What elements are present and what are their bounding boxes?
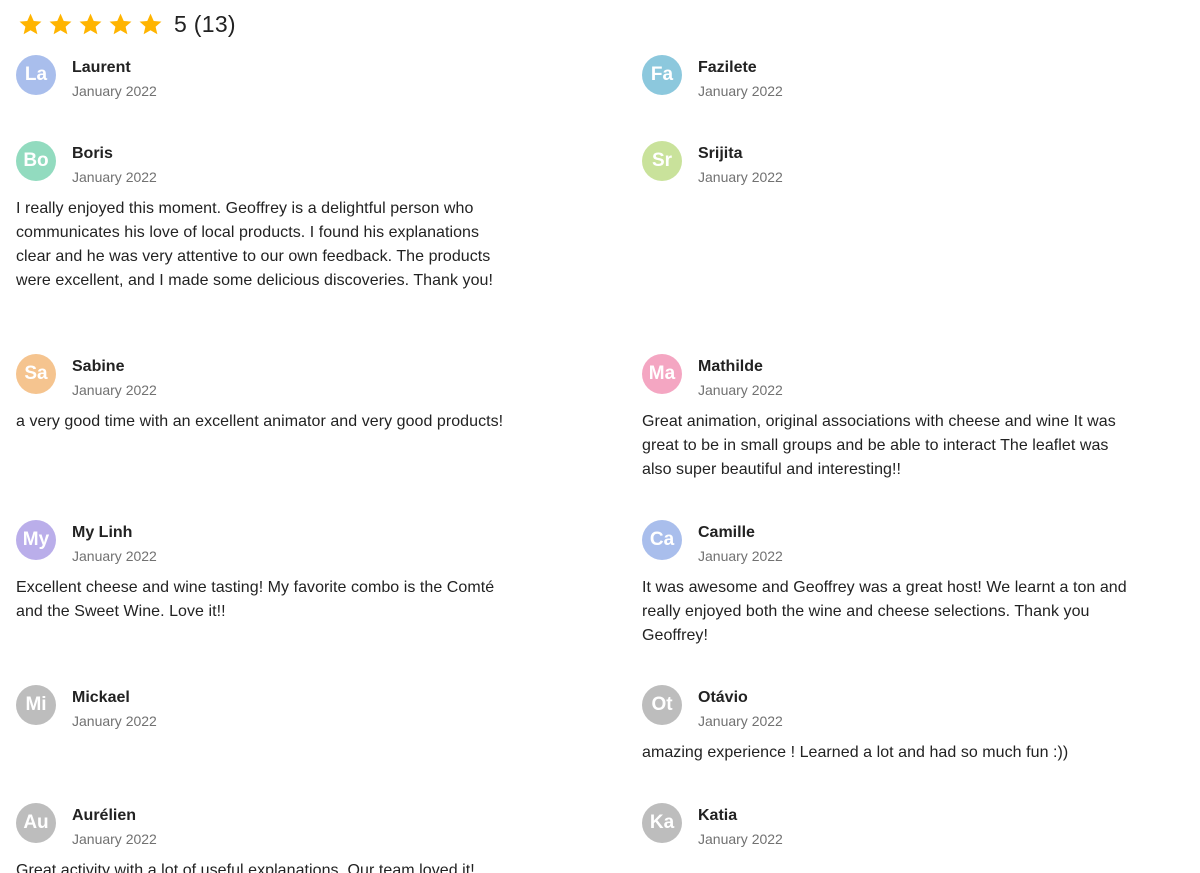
review-date: January 2022 (72, 83, 157, 99)
review-text: Excellent cheese and wine tasting! My fa… (16, 579, 495, 620)
avatar: My (16, 520, 56, 560)
review-text: amazing experience ! Learned a lot and h… (642, 744, 1069, 761)
review-card: Ca Camille January 2022 It was awesome a… (642, 520, 1142, 648)
reviewer-name: Camille (698, 524, 755, 541)
review-text: I really enjoyed this moment. Geoffrey i… (16, 200, 493, 289)
reviewer-name: Otávio (698, 689, 748, 706)
avatar: Ca (642, 520, 682, 560)
rating-summary: 5 (13) (18, 8, 236, 40)
avatar: Ot (642, 685, 682, 725)
review-date: January 2022 (72, 382, 157, 398)
review-date: January 2022 (698, 713, 783, 729)
review-date: January 2022 (698, 83, 783, 99)
review-date: January 2022 (72, 548, 157, 564)
avatar: Sr (642, 141, 682, 181)
review-card: My My Linh January 2022 Excellent cheese… (16, 520, 516, 624)
review-date: January 2022 (72, 169, 157, 185)
review-date: January 2022 (698, 831, 783, 847)
review-card: Ma Mathilde January 2022 Great animation… (642, 354, 1142, 482)
avatar: Ka (642, 803, 682, 843)
review-text: It was awesome and Geoffrey was a great … (642, 579, 1127, 644)
review-card: Ot Otávio January 2022 amazing experienc… (642, 685, 1142, 765)
review-date: January 2022 (72, 713, 157, 729)
review-date: January 2022 (698, 169, 783, 185)
review-text: a very good time with an excellent anima… (16, 413, 504, 430)
review-card: Sr Srijita January 2022 (642, 141, 1142, 191)
review-card: Sa Sabine January 2022 a very good time … (16, 354, 516, 434)
reviewer-name: Srijita (698, 145, 743, 162)
avatar: Au (16, 803, 56, 843)
review-card: Ka Katia January 2022 (642, 803, 1142, 853)
reviewer-name: Sabine (72, 358, 125, 375)
review-card: Fa Fazilete January 2022 (642, 55, 1142, 105)
reviewer-name: Katia (698, 807, 738, 824)
avatar: Fa (642, 55, 682, 95)
review-card: Au Aurélien January 2022 Great activity … (16, 803, 516, 873)
star-icon (109, 13, 132, 34)
review-text: Great animation, original associations w… (642, 413, 1116, 478)
avatar: Ma (642, 354, 682, 394)
review-card: Bo Boris January 2022 I really enjoyed t… (16, 141, 516, 293)
reviewer-name: Fazilete (698, 59, 757, 76)
avatar: Bo (16, 141, 56, 181)
avatar: Sa (16, 354, 56, 394)
avatar: La (16, 55, 56, 95)
rating-count: 5 (13) (174, 10, 236, 37)
reviewer-name: Boris (72, 145, 113, 162)
review-card: La Laurent January 2022 (16, 55, 516, 105)
star-icon (79, 13, 102, 34)
review-card: Mi Mickael January 2022 (16, 685, 516, 735)
star-icon (139, 13, 162, 34)
star-rating (18, 12, 163, 37)
star-icon (49, 13, 72, 34)
reviewer-name: Laurent (72, 59, 131, 76)
star-icon (19, 13, 42, 34)
reviewer-name: Aurélien (72, 807, 137, 824)
reviewer-name: Mickael (72, 689, 130, 706)
reviewer-name: My Linh (72, 524, 133, 541)
reviewer-name: Mathilde (698, 358, 763, 375)
review-text: Great activity with a lot of useful expl… (16, 862, 475, 873)
review-date: January 2022 (72, 831, 157, 847)
avatar: Mi (16, 685, 56, 725)
review-date: January 2022 (698, 382, 783, 398)
review-date: January 2022 (698, 548, 783, 564)
